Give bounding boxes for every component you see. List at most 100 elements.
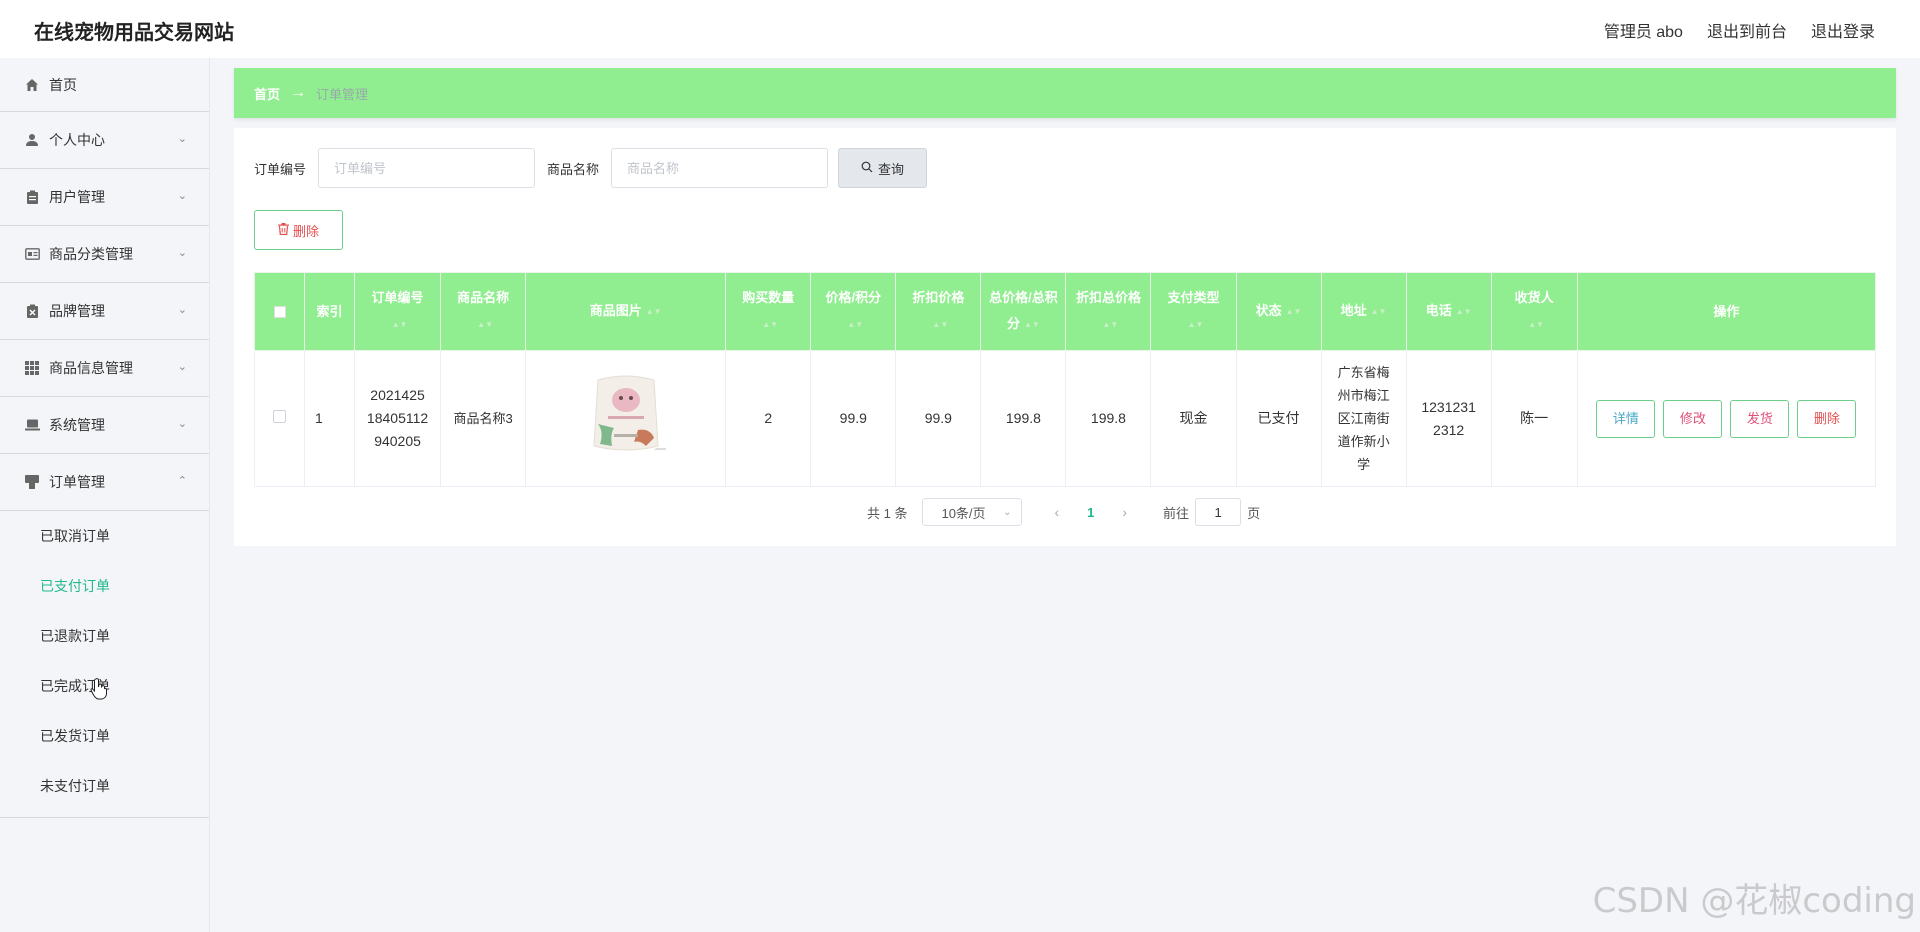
page-size-select[interactable]: 10条/页 ⌄ [922,498,1023,526]
page-number[interactable]: 1 [1087,505,1094,520]
breadcrumb-current: 订单管理 [316,86,369,102]
hand-cursor-icon [90,678,107,700]
sidebar-item-brand-management[interactable]: 品牌管理 ⌄ [0,283,209,340]
laptop-icon [24,417,40,433]
pagination: 共 1 条 10条/页 ⌄ ‹ 1 › 前往 页 [867,498,1260,526]
col-header-status[interactable]: 状态 ▲▼ [1235,272,1322,351]
back-to-front-link[interactable]: 退出到前台 [1707,18,1787,42]
sort-icon: ▲▼ [932,319,949,329]
col-header-pay-type[interactable]: 支付类型 ▲▼ [1150,272,1237,351]
sidebar-item-label: 个人中心 [49,132,105,148]
cell-product-image [525,350,727,487]
sidebar-item-order-management[interactable]: 订单管理 ⌃ [0,454,209,511]
breadcrumb-home-link[interactable]: 首页 [254,84,280,103]
cell-actions: 详情 修改 发货 删除 [1576,350,1877,487]
col-header-discount-price[interactable]: 折扣价格 ▲▼ [895,272,982,351]
query-button-label: 查询 [878,161,905,177]
cell-discount-total: 199.8 [1065,350,1152,487]
col-header-phone[interactable]: 电话 ▲▼ [1405,272,1492,351]
sort-icon: ▲▼ [762,319,779,329]
select-all-header[interactable] [253,272,306,351]
detail-button[interactable]: 详情 [1596,399,1656,438]
orders-table: 索引 订单编号 ▲▼ 商品名称 ▲▼ 商品图片 ▲▼ 购买数量 ▲▼ 价格/积分 ▲▼ 折… [253,272,1877,487]
row-select-cell[interactable] [253,350,306,487]
header-actions: 管理员 abo 退出到前台 退出登录 [1604,18,1875,42]
col-header-total-price[interactable]: 总价格/总积分 ▲▼ [980,272,1067,351]
col-header-product-image[interactable]: 商品图片 ▲▼ [525,272,727,351]
page-size-value: 10条/页 [941,505,986,521]
sidebar-subitem-cancelled-orders[interactable]: 已取消订单 [0,511,209,561]
sort-icon: ▲▼ [1285,306,1302,316]
logout-link[interactable]: 退出登录 [1811,18,1875,42]
col-header-actions: 操作 [1576,272,1877,351]
sidebar-subitem-shipped-orders[interactable]: 已发货订单 [0,711,209,761]
prev-page-icon[interactable]: ‹ [1054,504,1059,520]
user-icon [24,132,40,148]
col-header-product-name[interactable]: 商品名称 ▲▼ [440,272,527,351]
sort-icon: ▲▼ [1370,306,1387,316]
order-submenu: 已取消订单 已支付订单 已退款订单 已完成订单 已发货订单 未支付订单 [0,511,209,818]
col-header-discount-total[interactable]: 折扣总价格▲▼ [1065,272,1152,351]
row-checkbox[interactable] [273,410,286,423]
goto-page-input[interactable] [1195,498,1242,526]
sidebar-subitem-unpaid-orders[interactable]: 未支付订单 [0,761,209,811]
order-icon [24,474,40,490]
sort-icon: ▲▼ [477,319,494,329]
goto-prefix: 前往 [1163,505,1190,521]
trash-icon [277,222,289,238]
order-no-label: 订单编号 [254,161,307,177]
table-row: 1 202142518405112940205 商品名称3 2 99.9 99.… [253,350,1877,487]
col-header-order-no[interactable]: 订单编号 ▲▼ [354,272,442,351]
search-bar: 订单编号 商品名称 查询 [254,148,928,188]
goto-suffix: 页 [1247,505,1261,521]
query-button[interactable]: 查询 [838,148,928,188]
breadcrumb-arrow-icon: → [290,84,307,101]
sidebar-item-product-info-management[interactable]: 商品信息管理 ⌄ [0,340,209,397]
cell-product-name: 商品名称3 [440,350,527,487]
sidebar-item-home[interactable]: 首页 [0,58,209,112]
sort-icon: ▲▼ [645,306,662,316]
next-page-icon[interactable]: › [1122,504,1127,520]
chevron-down-icon: ⌄ [177,190,187,203]
cell-order-no: 202142518405112940205 [354,350,442,487]
delete-button[interactable]: 删除 [1797,399,1857,438]
sidebar-item-label: 用户管理 [49,189,105,205]
product-name-input[interactable] [611,148,829,188]
order-no-input[interactable] [318,148,536,188]
sidebar-item-label: 商品信息管理 [49,360,133,376]
col-header-receiver[interactable]: 收货人 ▲▼ [1490,272,1578,351]
ship-button[interactable]: 发货 [1730,399,1790,438]
sidebar-item-personal-center[interactable]: 个人中心 ⌄ [0,112,209,169]
col-header-address[interactable]: 地址 ▲▼ [1320,272,1407,351]
chevron-down-icon: ⌄ [177,247,187,260]
pagination-total: 共 1 条 [867,505,908,521]
search-icon [861,161,873,176]
cell-total-price: 199.8 [980,350,1067,487]
id-card-icon [24,246,40,262]
edit-button[interactable]: 修改 [1663,399,1723,438]
cell-phone: 12312312312 [1405,350,1492,487]
sidebar: 首页 个人中心 ⌄ 用户管理 ⌄ 商品分类管理 ⌄ 品牌管理 ⌄ 商品信息管理 … [0,58,210,932]
top-header: 在线宠物用品交易网站 管理员 abo 退出到前台 退出登录 [0,0,1920,58]
sidebar-item-category-management[interactable]: 商品分类管理 ⌄ [0,226,209,283]
watermark: CSDN @花椒coding [1592,881,1916,921]
select-all-checkbox[interactable] [273,306,286,319]
col-header-quantity[interactable]: 购买数量 ▲▼ [725,272,812,351]
sidebar-subitem-paid-orders[interactable]: 已支付订单 [0,561,209,611]
batch-delete-button[interactable]: 删除 [254,210,343,250]
product-image [593,375,666,451]
sidebar-item-user-management[interactable]: 用户管理 ⌄ [0,169,209,226]
admin-user-label: 管理员 abo [1603,24,1683,41]
chevron-up-icon: ⌃ [177,475,187,488]
main-panel: 订单编号 商品名称 查询 删除 索引 订单编号▲▼ 商品名称▲▼ 商品图片▲▼ [234,128,1896,546]
col-header-price[interactable]: 价格/积分 ▲▼ [810,272,897,351]
sidebar-subitem-refunded-orders[interactable]: 已退款订单 [0,611,209,661]
sort-icon: ▲▼ [1528,319,1545,329]
chevron-down-icon: ⌄ [177,304,187,317]
clipboard-x-icon [24,303,40,319]
table-header-row: 索引 订单编号 ▲▼ 商品名称 ▲▼ 商品图片 ▲▼ 购买数量 ▲▼ 价格/积分 ▲▼ 折… [253,272,1877,351]
cell-status: 已支付 [1235,350,1322,487]
cell-quantity: 2 [725,350,812,487]
sidebar-item-system-management[interactable]: 系统管理 ⌄ [0,397,209,454]
product-name-label: 商品名称 [547,161,600,177]
